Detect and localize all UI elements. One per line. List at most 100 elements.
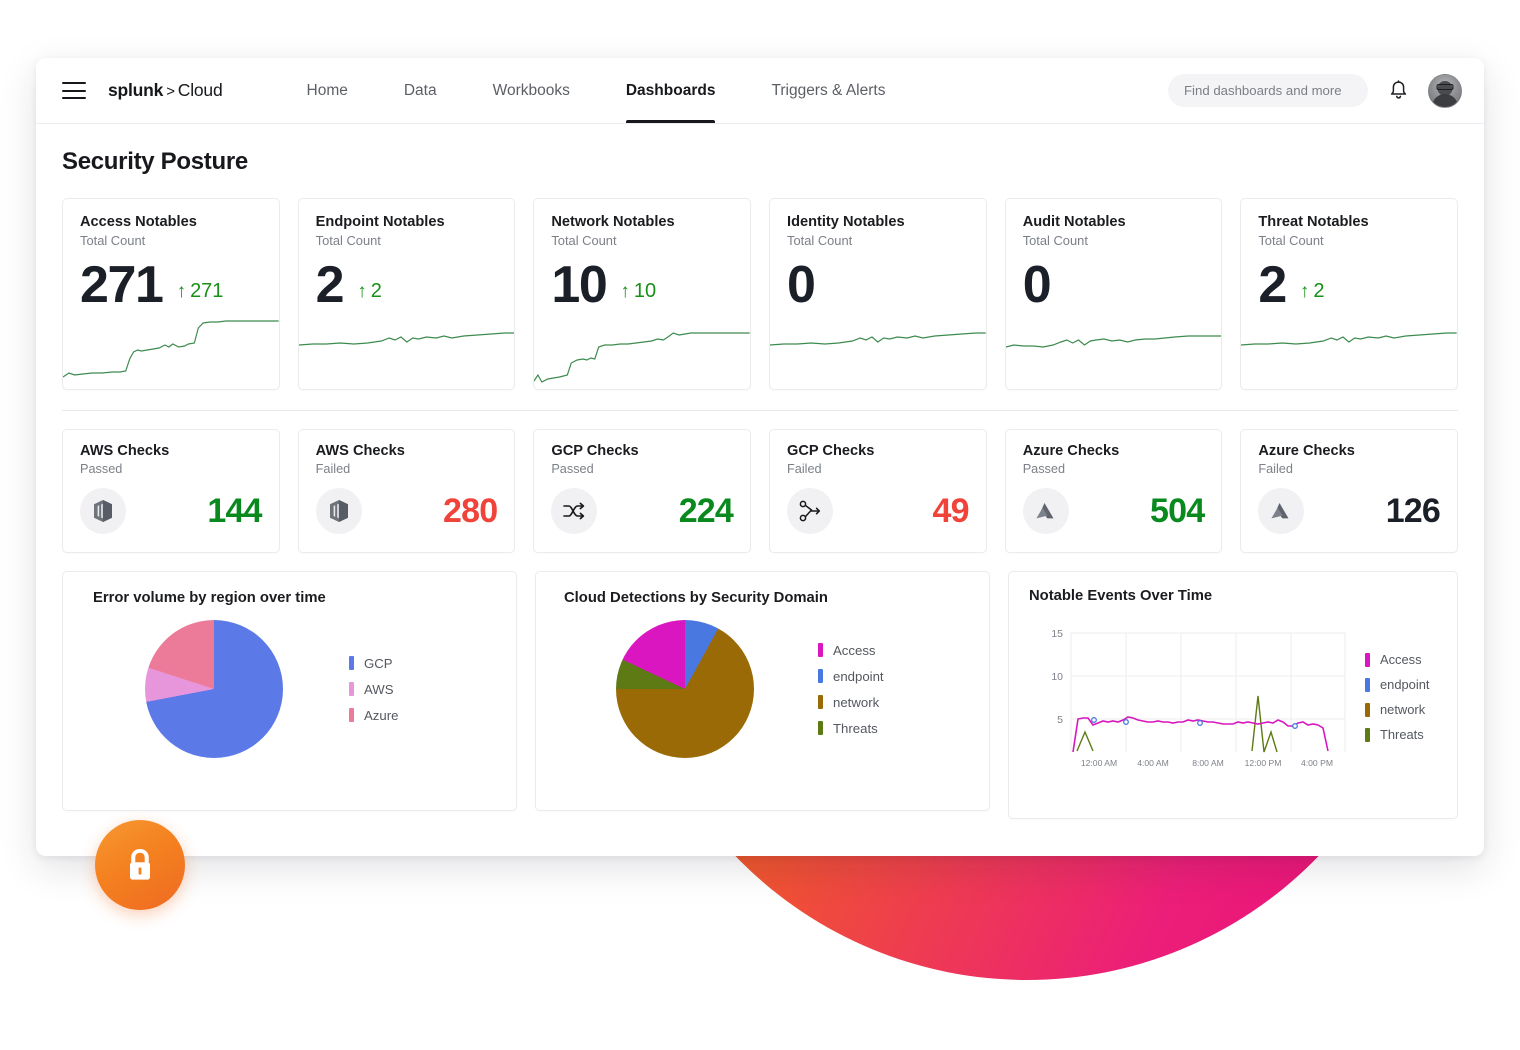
pie-chart-region — [145, 620, 283, 758]
legend-label: Azure — [364, 707, 399, 723]
check-title: AWS Checks — [80, 443, 170, 459]
kpi-card-audit-notables[interactable]: Audit Notables Total Count 0 — [1004, 198, 1223, 390]
legend-item[interactable]: Access — [818, 643, 884, 658]
panel-title: Notable Events Over Time — [1029, 588, 1213, 604]
node-branch-icon — [787, 488, 834, 534]
check-card-aws-failed[interactable]: AWS Checks Failed 280 — [297, 429, 516, 553]
legend-label: Threats — [833, 720, 878, 736]
panel-cloud-detections-by-domain[interactable]: Cloud Detections by Security Domain Acce… — [535, 571, 990, 811]
check-subtitle: Passed — [80, 462, 123, 476]
sparkline-chart — [534, 303, 751, 389]
sparkline-chart — [298, 303, 515, 389]
legend-item[interactable]: network — [818, 695, 884, 710]
kpi-delta-value: 2 — [1313, 279, 1325, 302]
kpi-title: Access Notables — [80, 214, 197, 230]
check-value: 126 — [1385, 491, 1441, 530]
kpi-subtitle: Total Count — [315, 233, 381, 248]
panel-error-volume-by-region[interactable]: Error volume by region over time GCP AWS… — [62, 571, 517, 811]
user-avatar[interactable] — [1428, 73, 1462, 108]
legend-item[interactable]: Access — [1365, 652, 1429, 667]
kpi-title: Threat Notables — [1258, 214, 1369, 230]
svg-text:12:00 AM: 12:00 AM — [1081, 758, 1117, 768]
screenshot-root: splunk > Cloud Home Data Workbooks Dashb… — [0, 0, 1520, 1050]
check-card-gcp-failed[interactable]: GCP Checks Failed 49 — [769, 429, 987, 553]
legend-swatch-network — [1365, 702, 1370, 717]
check-value: 144 — [207, 491, 262, 530]
check-card-gcp-passed[interactable]: GCP Checks Passed 224 — [533, 429, 752, 553]
legend-label: network — [833, 694, 880, 710]
legend-swatch-threats — [1365, 727, 1370, 742]
svg-text:10: 10 — [1051, 671, 1063, 683]
kpi-card-access-notables[interactable]: Access Notables Total Count 271 ↑ 271 — [62, 198, 280, 390]
kpi-title: Endpoint Notables — [315, 214, 445, 230]
svg-text:15: 15 — [1051, 628, 1063, 640]
nav-item-triggers-alerts[interactable]: Triggers & Alerts — [771, 58, 885, 123]
top-navigation-bar: splunk > Cloud Home Data Workbooks Dashb… — [36, 58, 1484, 124]
panel-title: Cloud Detections by Security Domain — [564, 590, 828, 606]
nav-item-data[interactable]: Data — [404, 58, 437, 123]
kpi-card-network-notables[interactable]: Network Notables Total Count 10 ↑ 10 — [533, 198, 752, 390]
search-input[interactable]: Find dashboards and more — [1168, 74, 1368, 107]
legend-swatch-aws — [349, 682, 354, 696]
legend-item[interactable]: network — [1365, 702, 1429, 717]
kpi-title: Identity Notables — [787, 214, 905, 230]
legend-item[interactable]: Azure — [349, 708, 398, 723]
legend-item[interactable]: GCP — [349, 656, 398, 671]
cloud-checks-row: AWS Checks Passed 144 AWS Checks Failed … — [62, 429, 1459, 553]
check-title: Azure Checks — [1022, 443, 1120, 459]
check-title: AWS Checks — [315, 443, 405, 459]
check-title: GCP Checks — [787, 443, 875, 459]
check-title: GCP Checks — [551, 443, 639, 459]
logo-word: splunk — [108, 80, 164, 100]
legend-swatch-gcp — [349, 656, 354, 670]
panel-notable-events-over-time[interactable]: Notable Events Over Time 15 10 5 12:00 A… — [1008, 571, 1458, 819]
sparkline-chart — [63, 303, 279, 389]
legend-swatch-endpoint — [818, 669, 823, 683]
dashboard-body: Security Posture Access Notables Total C… — [36, 124, 1484, 819]
kpi-card-identity-notables[interactable]: Identity Notables Total Count 0 — [769, 198, 987, 390]
legend-item[interactable]: Threats — [818, 721, 884, 736]
svg-text:12:00 PM: 12:00 PM — [1245, 758, 1282, 768]
check-value: 504 — [1150, 491, 1205, 530]
kpi-card-endpoint-notables[interactable]: Endpoint Notables Total Count 2 ↑ 2 — [297, 198, 516, 390]
check-card-aws-passed[interactable]: AWS Checks Passed 144 — [62, 429, 280, 553]
splunk-cloud-logo[interactable]: splunk > Cloud — [108, 80, 223, 101]
legend-item[interactable]: AWS — [349, 682, 398, 697]
nav-item-workbooks[interactable]: Workbooks — [493, 58, 570, 123]
kpi-delta: ↑ 2 — [357, 280, 382, 303]
lock-icon — [130, 849, 150, 880]
check-subtitle: Failed — [787, 462, 822, 476]
panel-title: Error volume by region over time — [93, 590, 326, 606]
check-card-azure-failed[interactable]: Azure Checks Failed 126 — [1240, 429, 1459, 553]
hamburger-menu-icon[interactable] — [62, 82, 86, 99]
aws-cube-icon — [80, 488, 126, 534]
kpi-title: Network Notables — [551, 214, 675, 230]
nav-item-dashboards[interactable]: Dashboards — [625, 58, 715, 123]
legend-label: network — [1380, 702, 1426, 717]
arrow-up-icon: ↑ — [357, 280, 367, 302]
kpi-delta-value: 10 — [633, 279, 657, 302]
kpi-card-threat-notables[interactable]: Threat Notables Total Count 2 ↑ 2 — [1240, 198, 1459, 390]
svg-text:8:00 AM: 8:00 AM — [1192, 758, 1224, 768]
nav-item-home[interactable]: Home — [307, 58, 348, 123]
legend-label: GCP — [364, 655, 393, 671]
legend-label: Access — [1380, 652, 1422, 667]
check-subtitle: Failed — [1258, 462, 1293, 476]
check-value: 49 — [932, 491, 969, 530]
legend-swatch-endpoint — [1365, 677, 1370, 692]
pie-legend-domain: Access endpoint network Threats — [818, 643, 884, 736]
check-value: 280 — [443, 491, 498, 530]
legend-swatch-threats — [818, 721, 823, 735]
check-title: Azure Checks — [1258, 443, 1355, 459]
check-subtitle: Failed — [315, 462, 351, 476]
legend-item[interactable]: endpoint — [818, 669, 884, 684]
line-chart-notable-events: 15 10 5 12:00 AM 4:00 AM 8:00 AM 12:00 P… — [1025, 618, 1351, 782]
svg-text:4:00 AM: 4:00 AM — [1137, 758, 1169, 768]
logo-product: Cloud — [177, 80, 223, 100]
legend-item[interactable]: Threats — [1365, 727, 1429, 742]
check-subtitle: Passed — [1022, 462, 1066, 476]
notifications-bell-icon[interactable] — [1386, 78, 1410, 104]
sparkline-chart — [1241, 303, 1458, 389]
check-card-azure-passed[interactable]: Azure Checks Passed 504 — [1004, 429, 1223, 553]
legend-item[interactable]: endpoint — [1365, 677, 1429, 692]
